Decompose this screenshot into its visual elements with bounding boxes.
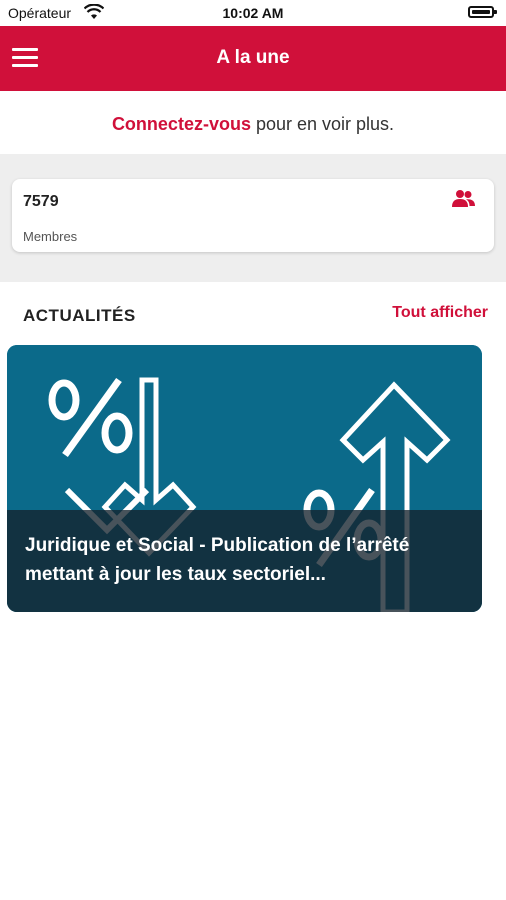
see-all-news-link[interactable]: Tout afficher <box>392 304 488 322</box>
battery-icon <box>468 6 497 18</box>
members-card[interactable]: 7579 Membres <box>12 179 494 252</box>
page-title: A la une <box>216 47 290 68</box>
app-header: A la une <box>0 26 506 91</box>
status-bar: Opérateur 10:02 AM <box>0 0 506 26</box>
members-label: Membres <box>23 229 78 244</box>
login-prompt-text: pour en voir plus. <box>250 114 395 134</box>
members-icon <box>452 190 475 207</box>
login-prompt: Connectez-vous pour en voir plus. <box>0 91 506 154</box>
members-count: 7579 <box>23 193 59 210</box>
news-section-title: ACTUALITÉS <box>23 306 136 325</box>
login-link[interactable]: Connectez-vous <box>112 114 251 134</box>
status-time: 10:02 AM <box>222 5 284 21</box>
news-title: Juridique et Social - Publication de l’a… <box>25 535 410 585</box>
news-card[interactable]: Juridique et Social - Publication de l’a… <box>7 345 482 612</box>
